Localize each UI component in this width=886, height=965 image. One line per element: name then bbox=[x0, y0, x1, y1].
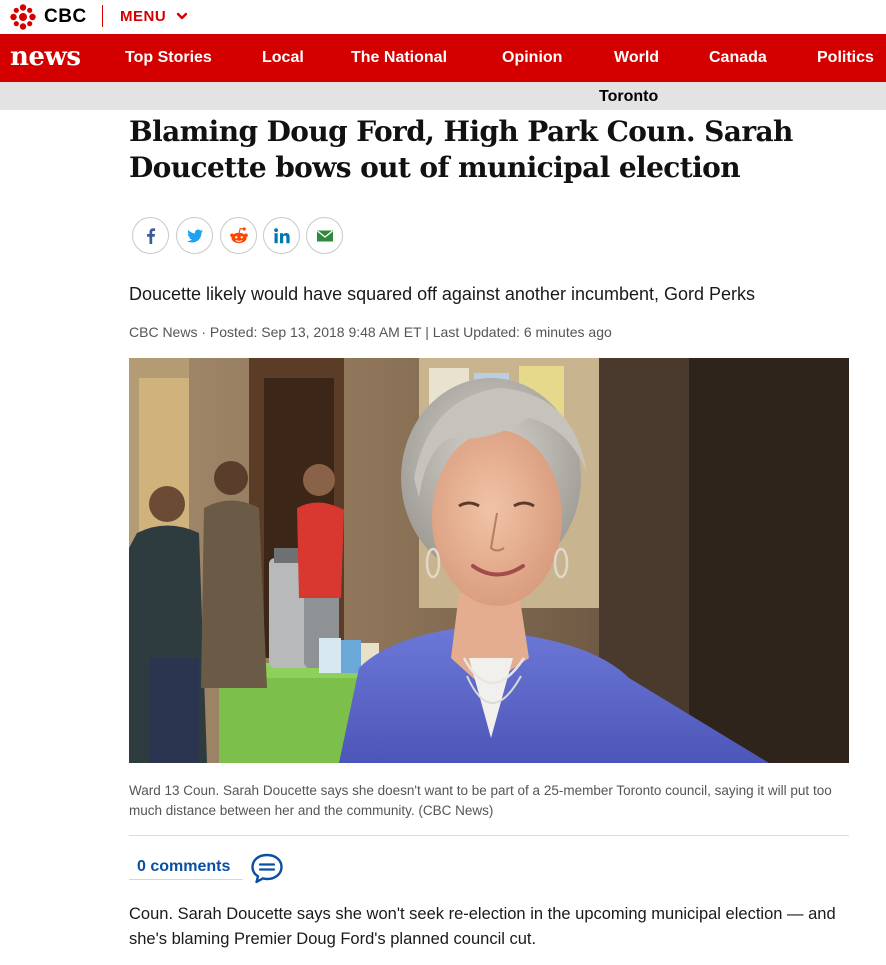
share-reddit-button[interactable] bbox=[220, 217, 257, 254]
nav-item-canada[interactable]: Canada bbox=[709, 49, 767, 67]
comments-link[interactable]: 0 comments bbox=[129, 856, 243, 880]
linkedin-icon bbox=[273, 227, 290, 243]
section-bar: Toronto bbox=[0, 82, 886, 110]
nav-item-top-stories[interactable]: Top Stories bbox=[125, 49, 212, 67]
nav-item-the-national[interactable]: The National bbox=[351, 49, 447, 67]
comments-count[interactable]: 0 comments bbox=[137, 858, 230, 876]
twitter-icon bbox=[186, 229, 203, 242]
photo-illustration bbox=[129, 358, 849, 763]
cbc-gem-logo[interactable] bbox=[10, 4, 36, 30]
photo-caption: Ward 13 Coun. Sarah Doucette says she do… bbox=[129, 783, 832, 818]
article-byline: CBC News · Posted: Sep 13, 2018 9:48 AM … bbox=[129, 324, 612, 340]
share-facebook-button[interactable] bbox=[132, 217, 169, 254]
share-linkedin-button[interactable] bbox=[263, 217, 300, 254]
chevron-down-icon[interactable] bbox=[175, 9, 189, 23]
facebook-icon bbox=[146, 227, 155, 244]
divider bbox=[129, 835, 849, 836]
article-photo[interactable] bbox=[129, 358, 849, 763]
cbc-brand-text[interactable]: CBC bbox=[44, 6, 87, 28]
news-logo[interactable]: news bbox=[10, 42, 81, 72]
main-nav: news Top Stories Local The National Opin… bbox=[0, 34, 886, 82]
article-deck: Doucette likely would have squared off a… bbox=[129, 284, 756, 304]
nav-item-politics[interactable]: Politics bbox=[817, 49, 874, 67]
nav-item-world[interactable]: World bbox=[614, 49, 659, 67]
article-body-paragraph: Coun. Sarah Doucette says she won't seek… bbox=[129, 905, 836, 948]
speech-bubble-icon[interactable] bbox=[250, 852, 284, 884]
top-bar: CBC MENU bbox=[0, 0, 886, 34]
nav-item-opinion[interactable]: Opinion bbox=[502, 49, 562, 67]
share-twitter-button[interactable] bbox=[176, 217, 213, 254]
nav-item-local[interactable]: Local bbox=[262, 49, 304, 67]
header-divider bbox=[102, 5, 103, 27]
section-label-toronto[interactable]: Toronto bbox=[599, 88, 658, 106]
article-headline: Blaming Doug Ford, High Park Coun. Sarah… bbox=[129, 115, 793, 184]
share-email-button[interactable] bbox=[306, 217, 343, 254]
reddit-icon bbox=[229, 226, 248, 243]
email-icon bbox=[316, 229, 333, 241]
menu-button[interactable]: MENU bbox=[120, 8, 166, 25]
